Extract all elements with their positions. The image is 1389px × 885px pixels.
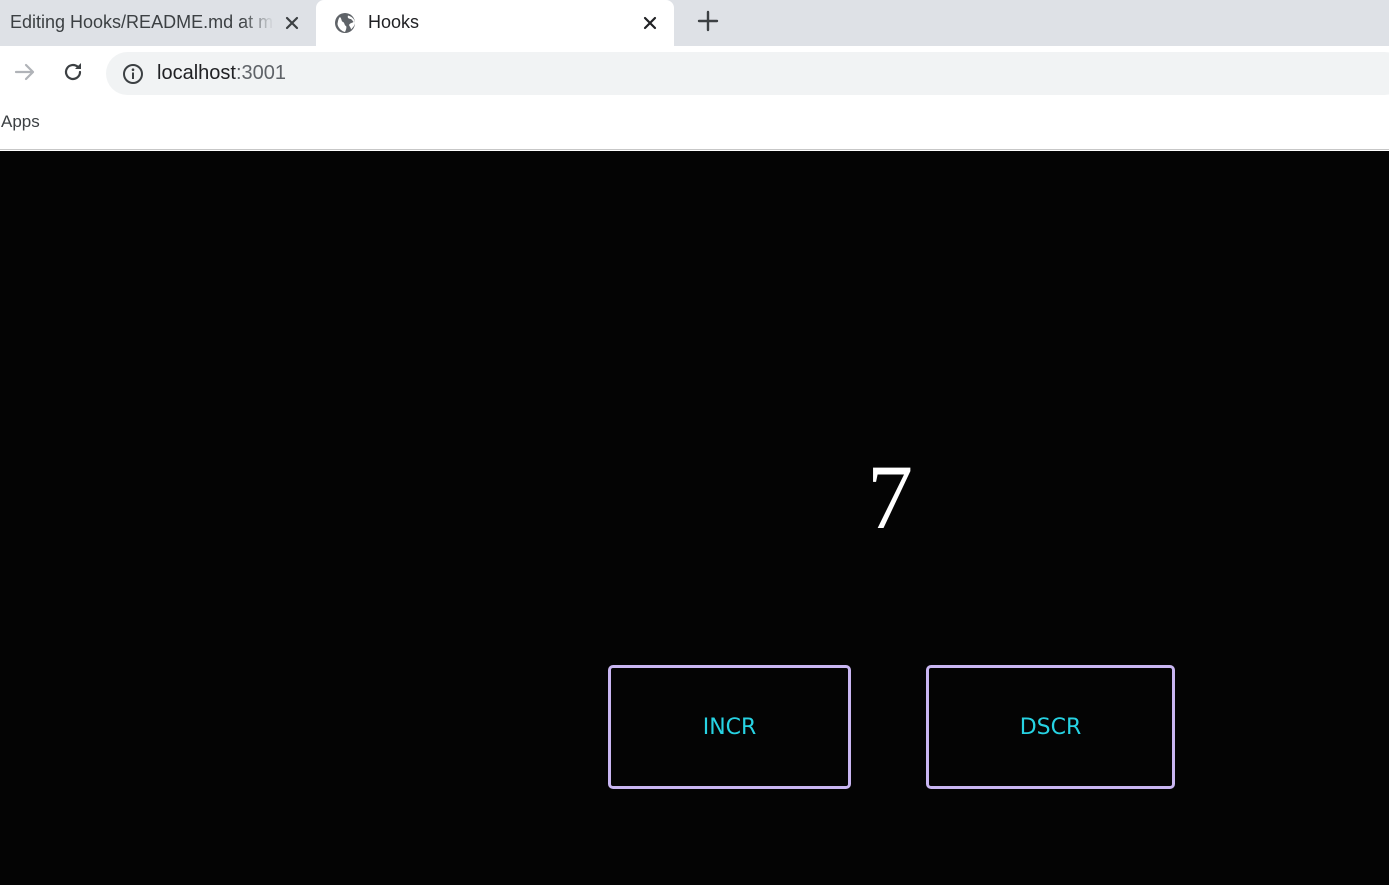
tab-editing-readme[interactable]: Editing Hooks/README.md at main — [0, 0, 312, 46]
info-icon[interactable] — [122, 63, 144, 85]
new-tab-button[interactable] — [694, 9, 722, 37]
arrow-right-icon — [13, 60, 37, 89]
url-host: localhost — [157, 62, 236, 84]
forward-button[interactable] — [11, 60, 39, 88]
reload-icon — [61, 60, 85, 89]
bookmark-apps[interactable]: Apps — [1, 112, 40, 132]
plus-icon — [697, 10, 719, 37]
tab-strip: Editing Hooks/README.md at main Hooks — [0, 0, 1389, 46]
increment-button[interactable]: INCR — [608, 665, 851, 789]
bookmarks-bar: Apps — [0, 102, 1389, 150]
address-bar[interactable]: localhost:3001 — [106, 52, 1389, 95]
decrement-button[interactable]: DSCR — [926, 665, 1175, 789]
reload-button[interactable] — [59, 60, 87, 88]
url-text[interactable]: localhost:3001 — [157, 62, 286, 85]
counter-value: 7 — [867, 446, 913, 548]
tab-title: Editing Hooks/README.md at main — [10, 12, 274, 32]
tab-hooks[interactable]: Hooks — [316, 0, 674, 46]
close-icon[interactable] — [281, 12, 303, 34]
globe-icon — [334, 12, 356, 34]
browser-toolbar: localhost:3001 — [0, 46, 1389, 102]
close-icon[interactable] — [639, 12, 661, 34]
url-port: :3001 — [235, 62, 286, 84]
page-viewport: 7 INCR DSCR — [0, 151, 1389, 885]
tab-title: Hooks — [368, 12, 420, 32]
